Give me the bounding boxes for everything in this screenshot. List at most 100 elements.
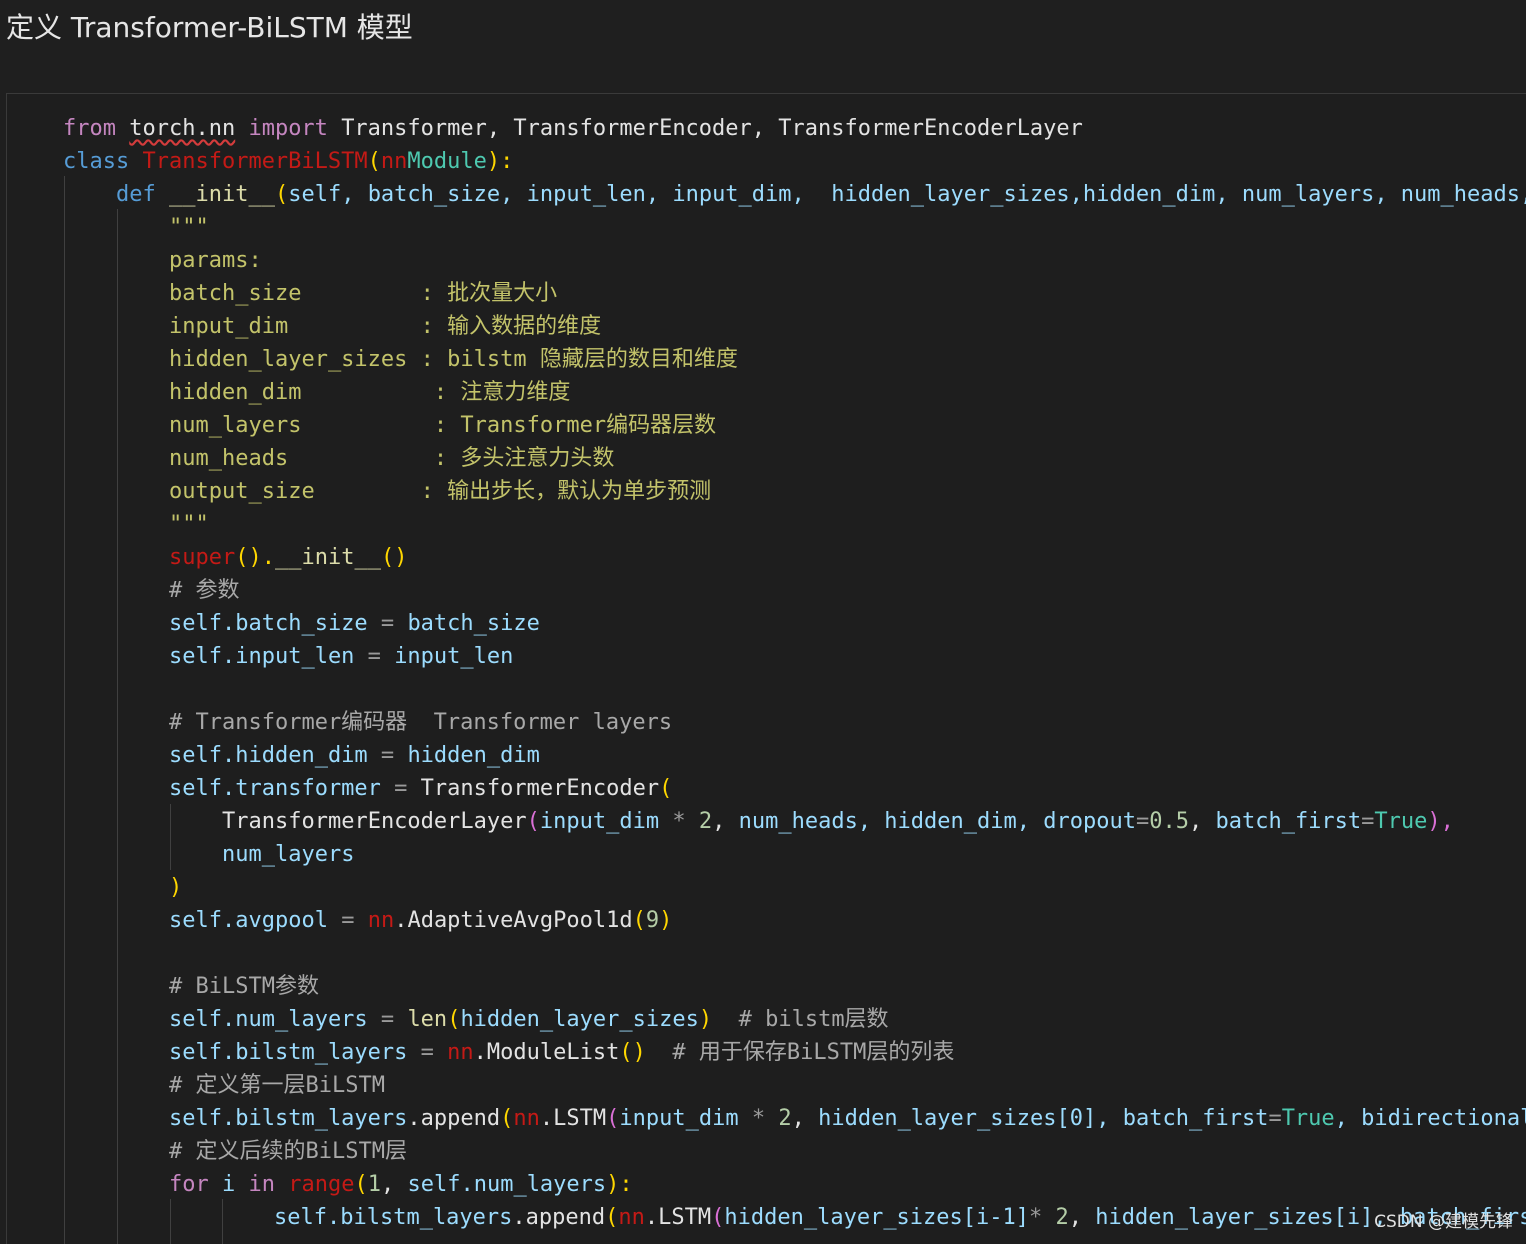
module-ref: nn <box>513 1106 540 1131</box>
comma: , <box>712 809 739 834</box>
code-line-27[interactable]: self.bilstm_layers = nn.ModuleList() # 用… <box>169 1036 954 1069</box>
argument: hidden_layer_sizes <box>460 1007 699 1032</box>
operator: = <box>1361 809 1375 834</box>
argument: , bidirectional <box>1334 1106 1526 1131</box>
bracket: ( <box>354 1172 368 1197</box>
code-line-25[interactable]: # BiLSTM参数 <box>169 970 319 1003</box>
comment: # bilstm层数 <box>712 1007 889 1032</box>
code-line-10[interactable]: num_layers : Transformer编码器层数 <box>169 409 716 442</box>
code-line-3[interactable]: def __init__(self, batch_size, input_len… <box>116 178 1526 211</box>
comma: , <box>791 1106 819 1131</box>
code-line-32[interactable]: self.bilstm_layers.append(nn.LSTM(hidden… <box>274 1201 1526 1234</box>
bracket: ) <box>698 1007 713 1032</box>
section-heading: 定义 Transformer-BiLSTM 模型 <box>6 11 413 44</box>
module-ref: nn <box>367 908 395 933</box>
attribute: self.bilstm_layers <box>169 1040 408 1065</box>
attribute: self.hidden_dim <box>169 743 368 768</box>
code-line-21[interactable]: TransformerEncoderLayer(input_dim * 2, n… <box>222 805 1454 838</box>
code-line-6[interactable]: batch_size : 批次量大小 <box>169 277 557 310</box>
attribute: self.bilstm_layers <box>274 1205 513 1230</box>
bracket: ), <box>1427 809 1454 834</box>
code-line-26[interactable]: self.num_layers = len(hidden_layer_sizes… <box>169 1003 889 1036</box>
code-line-19[interactable]: self.hidden_dim = hidden_dim <box>169 739 540 772</box>
number: 2 <box>778 1106 792 1131</box>
code-line-8[interactable]: hidden_layer_sizes : bilstm 隐藏层的数目和维度 <box>169 343 738 376</box>
parameters: self, batch_size, input_len, input_dim, … <box>288 182 1526 207</box>
number: 2 <box>1055 1205 1069 1230</box>
code-line-28[interactable]: # 定义第一层BiLSTM <box>169 1069 385 1102</box>
code-line-18[interactable]: # Transformer编码器 Transformer layers <box>169 706 672 739</box>
operator: = <box>367 743 408 768</box>
code-line-24[interactable]: self.avgpool = nn.AdaptiveAvgPool1d(9) <box>169 904 672 937</box>
code-line-1[interactable]: from torch.nn import Transformer, Transf… <box>63 112 1083 145</box>
indent-guide <box>117 209 118 1244</box>
builtin-super: super <box>169 545 236 570</box>
bracket: ( <box>274 182 289 207</box>
number: 9 <box>645 908 660 933</box>
keyword: from <box>63 116 116 141</box>
code-line-16[interactable]: self.batch_size = batch_size <box>169 607 540 640</box>
boolean: True <box>1374 809 1428 834</box>
number: 0.5 <box>1149 809 1189 834</box>
value: hidden_dim <box>407 743 540 768</box>
comma: , <box>380 1172 408 1197</box>
code-line-14[interactable]: super().__init__() <box>169 541 407 574</box>
argument: input_dim <box>619 1106 739 1131</box>
bracket: ): <box>606 1172 633 1197</box>
code-line-9[interactable]: hidden_dim : 注意力维度 <box>169 376 570 409</box>
code-line-7[interactable]: input_dim : 输入数据的维度 <box>169 310 601 343</box>
code-editor[interactable]: from torch.nn import Transformer, Transf… <box>6 93 1526 1244</box>
operator: * <box>1029 1205 1056 1230</box>
operator: = <box>354 644 395 669</box>
code-line-5[interactable]: params: <box>169 244 262 277</box>
operator: = <box>367 1007 408 1032</box>
code-line-12[interactable]: output_size : 输出步长，默认为单步预测 <box>169 475 711 508</box>
bracket: ( <box>447 1007 461 1032</box>
bracket: ( <box>367 149 381 174</box>
argument: batch_first <box>1215 809 1362 834</box>
indent-guide <box>170 1199 171 1244</box>
bracket: (). <box>235 545 275 570</box>
code-line-15[interactable]: # 参数 <box>169 574 240 607</box>
class-call: .LSTM <box>644 1205 712 1230</box>
bracket: ( <box>500 1106 514 1131</box>
bracket: ) <box>659 908 673 933</box>
code-line-30[interactable]: # 定义后续的BiLSTM层 <box>169 1135 407 1168</box>
attribute: self.input_len <box>169 644 355 669</box>
arguments: num_heads, hidden_dim, dropout <box>738 809 1136 834</box>
bracket: ): <box>486 149 514 174</box>
code-line-23[interactable]: ) <box>169 871 182 904</box>
import-names: Transformer, TransformerEncoder, Transfo… <box>341 116 1083 141</box>
code-line-22[interactable]: num_layers <box>222 838 354 871</box>
value: batch_size <box>407 611 540 636</box>
code-line-29[interactable]: self.bilstm_layers.append(nn.LSTM(input_… <box>169 1102 1526 1135</box>
builtin-range: range <box>275 1172 355 1197</box>
code-line-17[interactable]: self.input_len = input_len <box>169 640 513 673</box>
code-line-31[interactable]: for i in range(1, self.num_layers): <box>169 1168 633 1201</box>
class-call: .LSTM <box>539 1106 607 1131</box>
operator: * <box>738 1106 779 1131</box>
attribute: self.bilstm_layers <box>169 1106 408 1131</box>
bracket: ( <box>659 776 673 801</box>
attribute: self.avgpool <box>169 908 328 933</box>
indent-guide <box>64 176 65 1244</box>
number: 1 <box>367 1172 381 1197</box>
class-call: TransformerEncoderLayer <box>222 809 527 834</box>
keyword: def <box>116 182 156 207</box>
method-call: .append <box>407 1106 501 1131</box>
bracket: () <box>380 545 408 570</box>
builtin-len: len <box>407 1007 448 1032</box>
attribute: self.num_layers <box>169 1007 368 1032</box>
comma: , <box>1188 809 1216 834</box>
code-line-4[interactable]: """ <box>169 211 209 244</box>
code-line-11[interactable]: num_heads : 多头注意力头数 <box>169 442 614 475</box>
operator: = <box>327 908 368 933</box>
bracket: ( <box>606 1106 620 1131</box>
code-line-2[interactable]: class TransformerBiLSTM(nnModule): <box>63 145 513 178</box>
comment: # 用于保存BiLSTM层的列表 <box>645 1040 955 1065</box>
attribute: self.transformer <box>169 776 381 801</box>
code-line-13[interactable]: """ <box>169 508 209 541</box>
bracket: ( <box>632 908 646 933</box>
function-name: __init__ <box>169 182 275 207</box>
code-line-20[interactable]: self.transformer = TransformerEncoder( <box>169 772 672 805</box>
